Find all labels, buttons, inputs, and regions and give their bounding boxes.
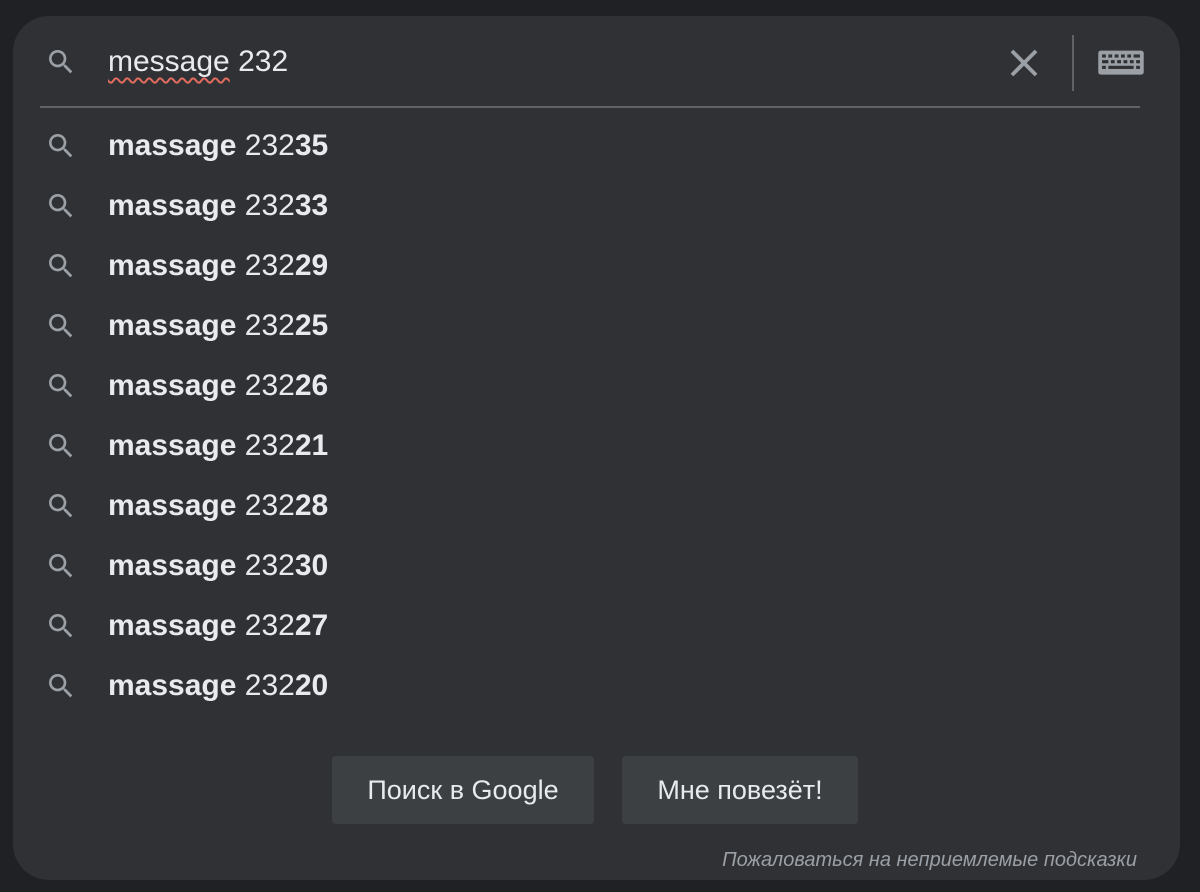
suggestion-typed: 232	[236, 549, 295, 582]
suggestion-completion: 33	[294, 189, 329, 222]
suggestion-prefix: massage	[108, 549, 237, 582]
suggestion-completion: 25	[294, 309, 329, 342]
search-divider	[40, 106, 1140, 108]
report-suggestions-link[interactable]: Пожаловаться на неприемлемые подсказки	[722, 849, 1137, 872]
suggestion-item[interactable]: massage 23233	[13, 176, 1180, 236]
suggestion-text: massage 23226	[108, 368, 328, 404]
suggestion-item[interactable]: massage 23227	[13, 596, 1180, 656]
suggestion-text: massage 23235	[108, 128, 328, 164]
suggestion-prefix: massage	[108, 129, 237, 162]
keyboard-icon	[1098, 50, 1144, 75]
suggestion-completion: 30	[294, 549, 329, 582]
suggestion-list: massage 23235 massage 23233 massage 2322…	[13, 116, 1180, 716]
search-input[interactable]: message 232	[108, 44, 288, 80]
suggestion-item[interactable]: massage 23221	[13, 416, 1180, 476]
suggestion-typed: 232	[236, 189, 295, 222]
suggestion-prefix: massage	[108, 609, 237, 642]
search-icon	[45, 250, 77, 282]
search-icon	[45, 310, 77, 342]
search-icon	[45, 670, 77, 702]
suggestion-typed: 232	[236, 369, 295, 402]
search-suggestions-panel: message 232 massage 23235 massage 23233 …	[13, 16, 1180, 880]
suggestion-completion: 20	[294, 669, 329, 702]
close-icon	[1010, 49, 1038, 77]
suggestion-completion: 26	[294, 369, 329, 402]
suggestion-prefix: massage	[108, 369, 237, 402]
search-icon	[45, 550, 77, 582]
suggestion-prefix: massage	[108, 309, 237, 342]
search-icon	[45, 370, 77, 402]
suggestion-typed: 232	[236, 669, 295, 702]
suggestion-prefix: massage	[108, 189, 237, 222]
suggestion-text: massage 23230	[108, 548, 328, 584]
suggestion-completion: 35	[294, 129, 329, 162]
search-icon	[45, 130, 77, 162]
suggestion-text: massage 23225	[108, 308, 328, 344]
search-buttons: Поиск в Google Мне повезёт!	[13, 756, 1180, 824]
suggestion-typed: 232	[236, 489, 295, 522]
search-icon	[45, 430, 77, 462]
search-icon	[45, 46, 77, 78]
suggestion-typed: 232	[236, 309, 295, 342]
search-icon	[45, 610, 77, 642]
suggestion-text: massage 23229	[108, 248, 328, 284]
search-icon	[45, 490, 77, 522]
suggestion-typed: 232	[236, 609, 295, 642]
suggestion-prefix: massage	[108, 249, 237, 282]
search-icon	[45, 190, 77, 222]
suggestion-item[interactable]: massage 23225	[13, 296, 1180, 356]
suggestion-text: massage 23227	[108, 608, 328, 644]
suggestion-text: massage 23233	[108, 188, 328, 224]
suggestion-text: massage 23221	[108, 428, 328, 464]
suggestion-text: massage 23220	[108, 668, 328, 704]
suggestion-text: massage 23228	[108, 488, 328, 524]
suggestion-typed: 232	[236, 429, 295, 462]
search-box[interactable]: message 232	[13, 16, 1180, 108]
suggestion-item[interactable]: massage 23226	[13, 356, 1180, 416]
suggestion-typed: 232	[236, 129, 295, 162]
misspelled-word: message	[108, 45, 230, 78]
google-search-button[interactable]: Поиск в Google	[332, 756, 594, 824]
suggestion-typed: 232	[236, 249, 295, 282]
keyboard-button[interactable]	[1097, 46, 1145, 78]
feeling-lucky-button[interactable]: Мне повезёт!	[622, 756, 858, 824]
suggestion-item[interactable]: massage 23235	[13, 116, 1180, 176]
vertical-divider	[1072, 35, 1074, 91]
suggestion-prefix: massage	[108, 429, 237, 462]
suggestion-item[interactable]: massage 23228	[13, 476, 1180, 536]
suggestion-completion: 21	[294, 429, 329, 462]
suggestion-prefix: massage	[108, 669, 237, 702]
suggestion-item[interactable]: massage 23230	[13, 536, 1180, 596]
suggestion-completion: 28	[294, 489, 329, 522]
suggestion-item[interactable]: massage 23229	[13, 236, 1180, 296]
suggestion-completion: 29	[294, 249, 329, 282]
query-rest: 232	[229, 45, 289, 78]
clear-button[interactable]	[1001, 40, 1047, 86]
suggestion-prefix: massage	[108, 489, 237, 522]
suggestion-completion: 27	[294, 609, 329, 642]
suggestion-item[interactable]: massage 23220	[13, 656, 1180, 716]
